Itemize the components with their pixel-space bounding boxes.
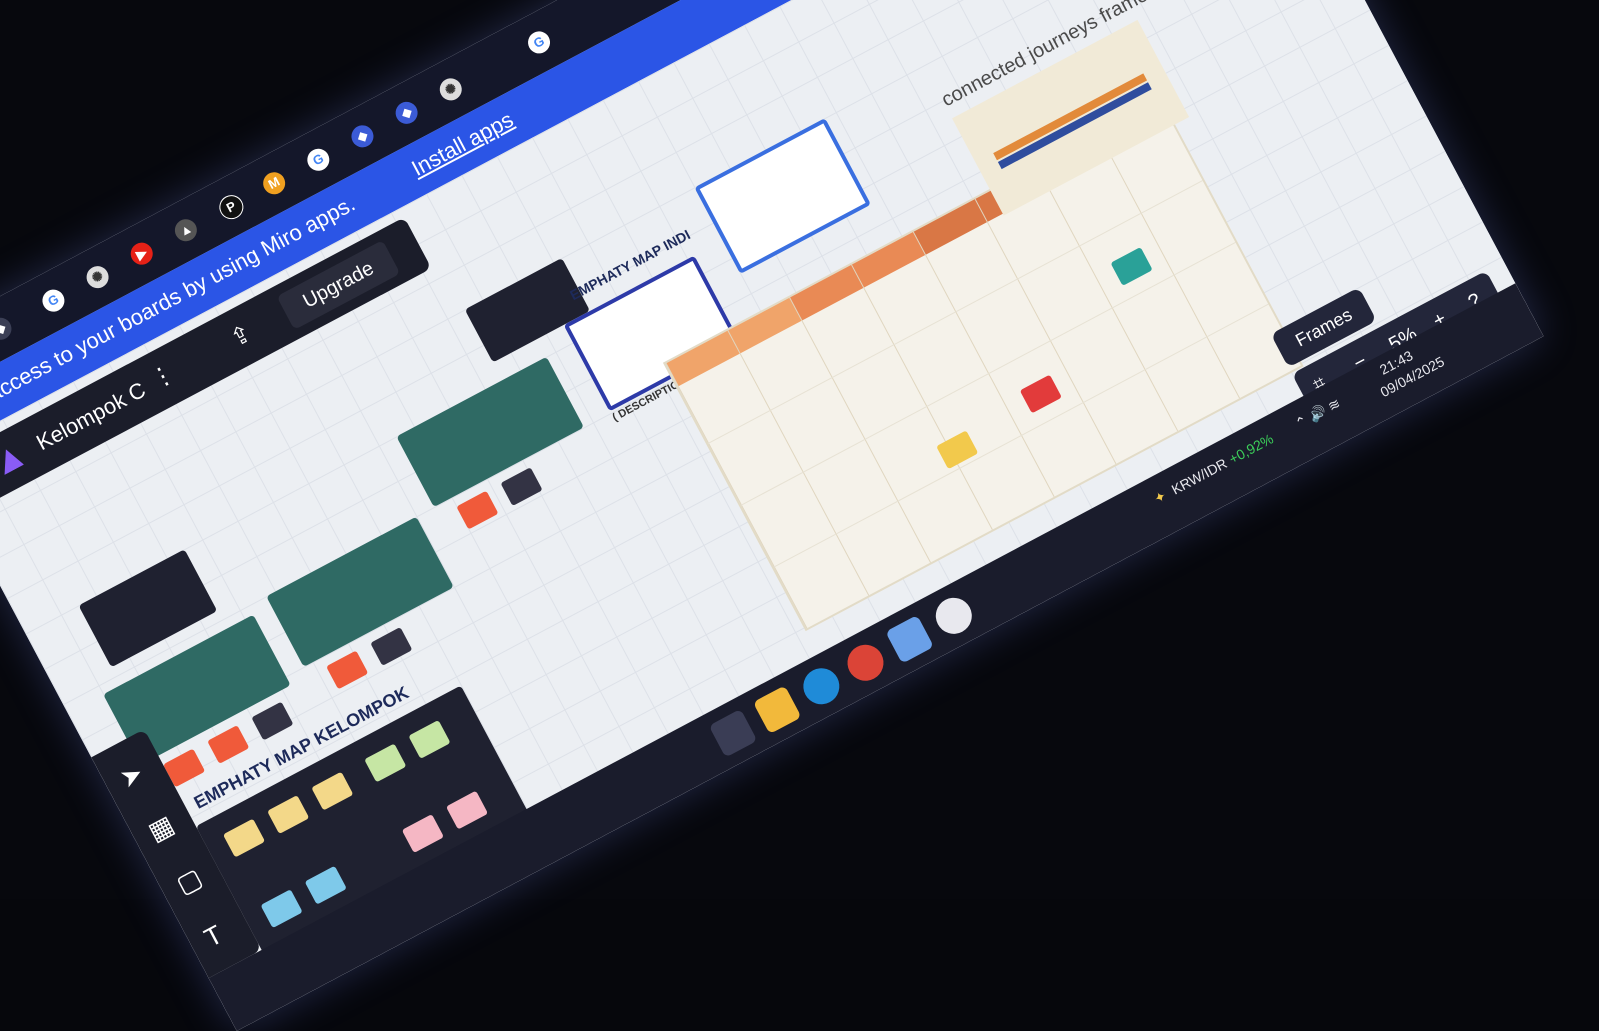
sticky-note[interactable] bbox=[500, 467, 543, 507]
google-icon[interactable]: G bbox=[303, 144, 334, 175]
google-icon[interactable]: G bbox=[38, 285, 69, 316]
chatgpt-icon[interactable]: ✺ bbox=[435, 74, 466, 105]
sticky-note[interactable] bbox=[311, 771, 354, 811]
ticker-symbol[interactable]: KRW/IDR bbox=[1169, 455, 1230, 497]
system-tray-icons[interactable]: ⌃ 🔊 ≋ bbox=[1292, 395, 1343, 433]
sticky-note[interactable] bbox=[364, 743, 407, 783]
chrome-icon[interactable] bbox=[841, 638, 890, 688]
tab-favicon-icon[interactable]: ▲ bbox=[170, 215, 201, 246]
ticker-change: +0,92% bbox=[1226, 430, 1276, 468]
sticky-note[interactable] bbox=[260, 889, 303, 929]
text-tool-icon[interactable]: T bbox=[199, 919, 228, 954]
task-view-icon[interactable] bbox=[708, 708, 758, 758]
share-upload-icon[interactable]: ⇪ bbox=[225, 319, 256, 354]
sticky-note-tool-icon[interactable]: ▢ bbox=[171, 862, 207, 901]
template-tool-icon[interactable]: ▦ bbox=[143, 809, 179, 848]
sticky-note[interactable] bbox=[251, 701, 294, 741]
tab-favicon-icon[interactable]: M bbox=[259, 168, 290, 199]
tab-favicon-icon[interactable]: ◆ bbox=[347, 121, 378, 152]
sticky-note[interactable] bbox=[445, 790, 489, 830]
sticky-note[interactable] bbox=[267, 795, 310, 835]
empathy-map-individual-frame[interactable] bbox=[694, 118, 872, 275]
sticky-note[interactable] bbox=[456, 490, 499, 530]
sticky-note[interactable] bbox=[222, 818, 266, 858]
persona-card[interactable] bbox=[396, 356, 585, 508]
chatgpt-icon[interactable] bbox=[929, 591, 979, 641]
select-tool-icon[interactable]: ➤ bbox=[115, 757, 149, 795]
persona-card[interactable] bbox=[266, 516, 454, 668]
google-icon[interactable]: G bbox=[524, 27, 554, 58]
sticky-note[interactable] bbox=[370, 627, 413, 666]
sticky-board-frame[interactable] bbox=[464, 257, 591, 363]
file-explorer-icon[interactable] bbox=[752, 685, 802, 735]
sticky-note[interactable] bbox=[408, 720, 451, 759]
more-vertical-icon[interactable]: ⋮ bbox=[146, 358, 181, 395]
sticky-note[interactable] bbox=[401, 814, 444, 854]
tab-favicon-icon[interactable]: P bbox=[215, 190, 248, 224]
app-icon[interactable] bbox=[885, 614, 934, 664]
tab-favicon-icon[interactable]: ◆ bbox=[0, 313, 16, 344]
tab-favicon-icon[interactable]: ◆ bbox=[391, 97, 422, 128]
sticky-note[interactable] bbox=[207, 725, 250, 764]
chatgpt-icon[interactable]: ✺ bbox=[82, 262, 113, 293]
ticker-icon[interactable]: ✦ bbox=[1151, 487, 1169, 508]
miro-logo-icon[interactable] bbox=[0, 445, 24, 475]
edge-icon[interactable] bbox=[797, 661, 846, 711]
youtube-icon[interactable]: ▶ bbox=[126, 238, 157, 269]
sticky-note[interactable] bbox=[326, 650, 369, 690]
